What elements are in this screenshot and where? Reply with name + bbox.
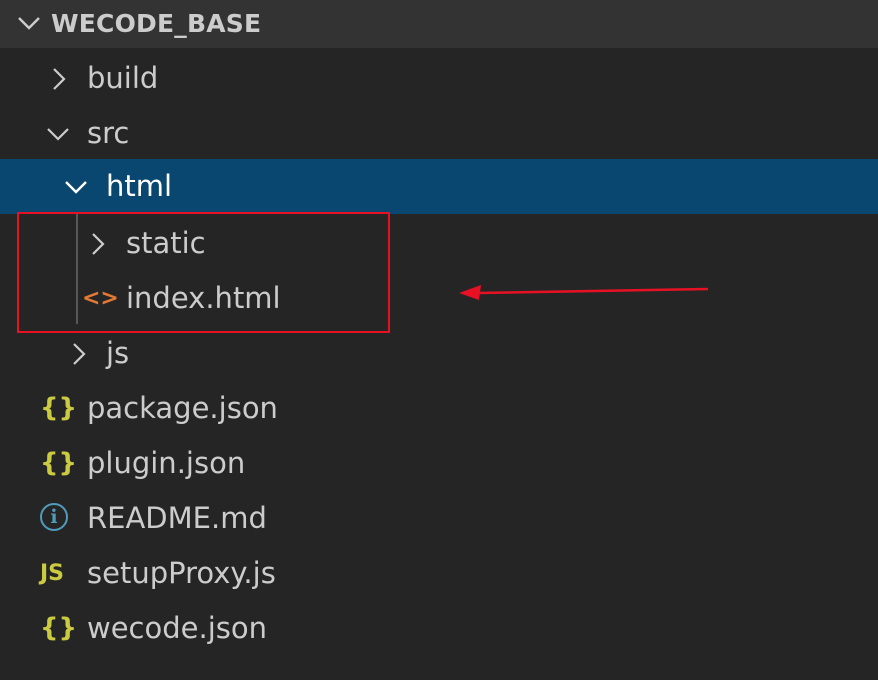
tree-item-readme[interactable]: i README.md [0, 491, 878, 546]
chevron-right-icon[interactable] [68, 342, 92, 366]
tree-item-label: wecode.json [87, 611, 268, 645]
tree-item-build[interactable]: build [0, 51, 878, 106]
json-file-icon: {} [40, 393, 78, 423]
tree-item-label: js [106, 336, 130, 370]
explorer-header[interactable]: WECODE_BASE [0, 0, 878, 48]
chevron-right-icon[interactable] [48, 67, 72, 91]
tree-item-src[interactable]: src [0, 106, 878, 161]
chevron-down-icon[interactable] [64, 175, 88, 199]
tree-item-plugin-json[interactable]: {} plugin.json [0, 436, 878, 491]
json-file-icon: {} [40, 613, 78, 643]
tree-item-wecode-json[interactable]: {} wecode.json [0, 601, 878, 656]
tree-item-label: plugin.json [87, 446, 246, 480]
json-file-icon: {} [40, 448, 78, 478]
annotation-arrow-icon [459, 285, 709, 300]
tree-item-label: build [87, 61, 159, 95]
tree-item-label: README.md [87, 501, 267, 535]
chevron-down-icon[interactable] [17, 13, 41, 33]
tree-item-label: package.json [87, 391, 278, 425]
tree-item-setupproxy-js[interactable]: JS setupProxy.js [0, 546, 878, 601]
info-icon: i [40, 503, 68, 531]
tree-item-js[interactable]: js [0, 326, 878, 381]
tree-item-package-json[interactable]: {} package.json [0, 381, 878, 436]
tree-item-label: src [87, 116, 130, 150]
tree-item-html[interactable]: html [0, 159, 878, 214]
file-explorer: WECODE_BASE build src html static <> ind… [0, 0, 878, 680]
annotation-box [17, 212, 390, 333]
tree-item-label: setupProxy.js [87, 556, 276, 590]
tree-item-label: html [106, 169, 173, 203]
workspace-title: WECODE_BASE [51, 9, 262, 38]
chevron-down-icon[interactable] [46, 122, 70, 146]
js-file-icon: JS [40, 561, 65, 586]
